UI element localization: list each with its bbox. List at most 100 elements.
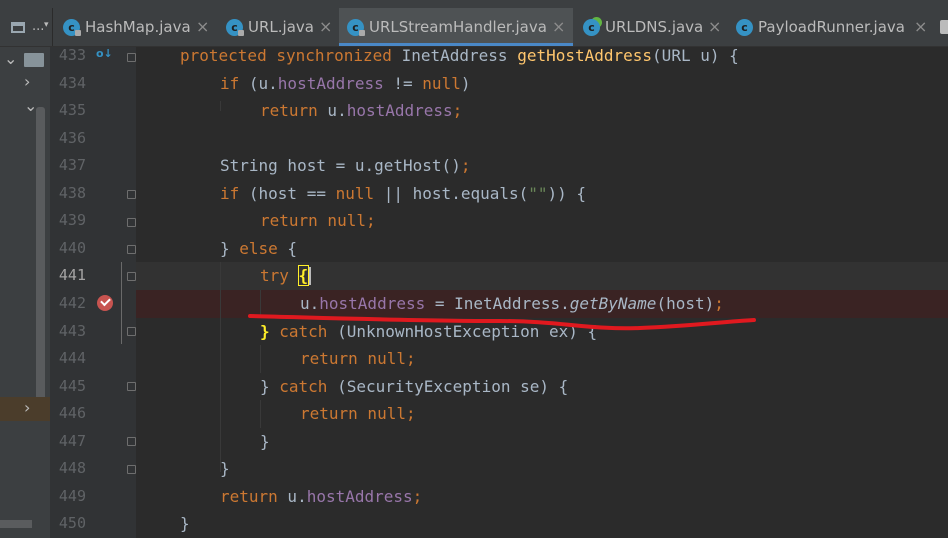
line-number: 433 [58,46,86,64]
line-number: 449 [58,487,86,505]
line-number: 447 [58,432,86,450]
keyword: protected [180,46,267,65]
method-name: getHostAddress [517,46,653,65]
tab-urlstreamhandler[interactable]: c URLStreamHandler.java × [339,8,573,46]
code-line-439[interactable]: return null; [260,207,376,235]
field-name: hostAddress [346,101,453,120]
line-number: 445 [58,377,86,395]
code-line-447[interactable]: } [260,428,270,456]
type-name: InetAddress [401,46,508,65]
code-text: != [383,74,423,93]
code-line-450[interactable]: } [180,510,190,538]
matched-brace: } [260,322,270,341]
project-window-icon [11,22,25,33]
code-text: ) [460,74,471,93]
line-number: 442 [58,294,86,312]
code-line-445[interactable]: } catch (SecurityException se) { [260,373,568,401]
line-number: 450 [58,514,86,532]
static-method-name: getByName [569,294,657,313]
code-text: } [220,459,230,478]
keyword: catch [279,377,328,396]
line-number: 444 [58,349,86,367]
code-line-438[interactable]: if (host == null || host.equals("")) { [220,180,586,208]
tab-label: URLDNS.java [605,18,704,36]
code-line-444[interactable]: return null; [300,345,416,373]
field-name: hostAddress [306,487,413,506]
project-view-button[interactable]: ... ▾ [0,8,53,46]
code-line-442[interactable]: u.hostAddress = InetAddress.getByName(ho… [300,290,724,318]
semicolon: ; [365,211,376,230]
lock-icon [238,30,244,36]
code-text: } [260,432,270,451]
keyword: null [335,184,375,203]
code-line-434[interactable]: if (u.hostAddress != null) [220,70,470,98]
keyword: null [357,404,406,423]
keyword: null [317,211,366,230]
keyword: return [220,487,278,506]
code-line-448[interactable]: } [220,455,230,483]
code-text: = InetAddress. [425,294,570,313]
tab-payloadrunner[interactable]: c PayloadRunner.java × [728,8,936,46]
code-line-435[interactable]: return u.hostAddress; [260,97,462,125]
keyword: try [260,266,289,285]
code-text: u. [277,487,307,506]
keyword: return [260,101,318,120]
code-text: (host == [239,184,336,203]
code-line-440[interactable]: } else { [220,235,297,263]
keyword: catch [269,322,328,341]
tab-urldns[interactable]: c URLDNS.java × [575,8,728,46]
project-view-label: ... [32,19,45,34]
class-icon: c [736,19,753,36]
keyword: else [239,239,278,258]
code-text: (UnknownHostException ex) { [327,322,598,341]
line-number: 434 [58,74,86,92]
tab-label: HashMap.java [85,18,191,36]
tab-label: PayloadRunner.java [758,18,905,36]
code-line-433[interactable]: protected synchronized InetAddress getHo… [180,42,739,70]
tab-label: URLStreamHandler.java [369,18,547,36]
matched-brace: { [297,265,310,286]
keyword: return [300,349,358,368]
code-text: || host.equals( [374,184,529,203]
lock-icon [75,30,81,36]
close-icon[interactable]: × [196,17,209,36]
tab-overflow-icon[interactable] [940,20,948,34]
code-line-449[interactable]: return u.hostAddress; [220,483,422,511]
semicolon: ; [714,294,724,313]
line-number: 436 [58,129,86,147]
tab-hashmap[interactable]: c HashMap.java × [55,8,218,46]
line-number: 443 [58,322,86,340]
line-number: 440 [58,239,86,257]
code-line-446[interactable]: return null; [300,400,416,428]
line-number: 441 [58,266,86,284]
code-text: (u. [239,74,278,93]
chevron-down-icon[interactable]: ▾ [44,20,49,30]
code-text: String host = u.getHost() [220,156,461,175]
semicolon: ; [405,349,416,368]
code-text: u. [300,294,320,313]
keyword: if [220,184,240,203]
line-number: 448 [58,459,86,477]
string-literal: "" [528,184,548,203]
code-line-441[interactable]: try { [260,262,310,290]
keyword: null [422,74,461,93]
semicolon: ; [405,404,416,423]
line-number: 446 [58,404,86,422]
code-line-437[interactable]: String host = u.getHost(); [220,152,470,180]
code-text: (host) [656,294,715,313]
code-text: (SecurityException se) { [327,377,569,396]
code-line-443[interactable]: } catch (UnknownHostException ex) { [260,318,597,346]
close-icon[interactable]: × [708,17,721,36]
tab-url[interactable]: c URL.java × [218,8,338,46]
close-icon[interactable]: × [914,17,927,36]
class-icon: c [583,19,600,36]
field-name: hostAddress [319,294,426,313]
keyword: null [357,349,406,368]
code-text: } [220,239,240,258]
semicolon: ; [412,487,423,506]
close-icon[interactable]: × [552,17,565,36]
close-icon[interactable]: × [319,17,332,36]
lock-icon [359,30,365,36]
code-text: u. [317,101,347,120]
tab-label: URL.java [248,18,314,36]
